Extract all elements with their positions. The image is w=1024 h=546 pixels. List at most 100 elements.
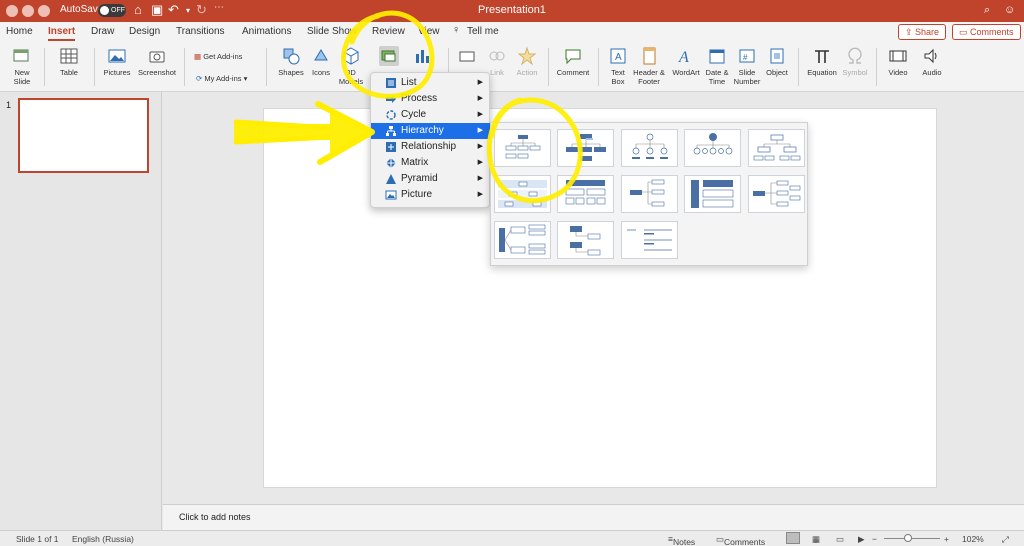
ribbon-divider	[44, 48, 45, 86]
chart-button[interactable]	[408, 46, 436, 68]
menu-item-list[interactable]: List ▶	[371, 75, 491, 91]
date-time-button[interactable]: Date & Time	[702, 46, 732, 86]
process-icon	[386, 95, 396, 103]
notes-toggle[interactable]: ≡ Notes	[668, 534, 695, 546]
fit-to-window-icon[interactable]: ⤢	[1002, 534, 1009, 545]
audio-button[interactable]: Audio	[916, 46, 948, 77]
tab-animations[interactable]: Animations	[242, 26, 291, 37]
search-icon[interactable]: ⌕	[984, 4, 990, 17]
hierarchy-layout-thumbnail[interactable]	[621, 221, 678, 259]
zoom-slider-thumb[interactable]	[904, 534, 912, 542]
menu-item-label: Picture	[401, 189, 433, 200]
relationship-icon	[386, 142, 396, 152]
hierarchy-layout-gallery	[490, 122, 808, 266]
zoom-level[interactable]: 102%	[962, 534, 984, 544]
icons-button[interactable]: Icons	[308, 46, 334, 77]
new-slide-button[interactable]: New Slide	[6, 46, 38, 86]
hierarchy-layout-thumbnail[interactable]	[494, 175, 551, 213]
ribbon-divider	[94, 48, 95, 86]
document-title: Presentation1	[478, 4, 546, 16]
text-box-icon: A	[610, 48, 626, 64]
my-addins-button[interactable]: ⟳ My Add-ins ▾	[196, 74, 247, 83]
menu-item-cycle[interactable]: Cycle ▶	[371, 107, 491, 123]
media-button[interactable]	[454, 46, 480, 68]
symbol-button[interactable]: Symbol	[840, 46, 870, 77]
video-label: Video	[888, 68, 908, 77]
wordart-button[interactable]: A WordArt	[670, 46, 702, 77]
hierarchy-layout-thumbnail[interactable]	[748, 129, 805, 167]
3d-models-button[interactable]: 3D Models	[336, 46, 366, 86]
hierarchy-layout-thumbnail[interactable]	[684, 129, 741, 167]
slide-sorter-button[interactable]: ▦	[812, 534, 820, 545]
hierarchy-layout-thumbnail[interactable]	[557, 175, 614, 213]
hierarchy-layout-thumbnail[interactable]	[494, 129, 551, 167]
omega-icon	[848, 47, 862, 64]
hierarchy-layout-thumbnail[interactable]	[684, 175, 741, 213]
video-button[interactable]: Video	[882, 46, 914, 77]
tab-transitions[interactable]: Transitions	[176, 26, 225, 37]
comments-label: Comments	[970, 27, 1014, 37]
tab-draw[interactable]: Draw	[91, 26, 114, 37]
menu-item-process[interactable]: Process ▶	[371, 91, 491, 107]
menu-item-matrix[interactable]: Matrix ▶	[371, 155, 491, 171]
slideshow-view-button[interactable]: ▶	[858, 534, 865, 545]
tab-review[interactable]: Review	[372, 26, 405, 37]
lightbulb-icon: ♀	[452, 24, 461, 36]
screenshot-button[interactable]: Screenshot	[136, 46, 178, 77]
ribbon-divider	[876, 48, 877, 86]
slide-number-icon: #	[739, 49, 755, 63]
menu-item-label: Relationship	[401, 141, 457, 152]
tell-me-search[interactable]: Tell me	[467, 26, 499, 37]
menu-item-relationship[interactable]: Relationship ▶	[371, 139, 491, 155]
ribbon-divider	[266, 48, 267, 86]
zoom-out-button[interactable]: −	[872, 534, 877, 544]
svg-text:A: A	[615, 52, 622, 63]
smartart-button[interactable]	[370, 46, 408, 68]
slide-number-button[interactable]: # Slide Number	[732, 46, 762, 86]
comments-button[interactable]: ▭ Comments	[952, 24, 1021, 40]
org-chart-icon	[505, 135, 541, 159]
menu-item-pyramid[interactable]: Pyramid ▶	[371, 171, 491, 187]
action-icon	[517, 46, 537, 66]
tab-view[interactable]: View	[418, 26, 440, 37]
language-indicator[interactable]: English (Russia)	[72, 534, 134, 544]
text-box-button[interactable]: A Text Box	[604, 46, 632, 86]
menu-item-label: Cycle	[401, 109, 427, 120]
comment-button[interactable]: Comment	[554, 46, 592, 77]
normal-view-button[interactable]	[786, 532, 800, 544]
hierarchy-layout-thumbnail[interactable]	[621, 175, 678, 213]
hierarchy-layout-thumbnail[interactable]	[621, 129, 678, 167]
pictures-button[interactable]: Pictures	[100, 46, 134, 77]
hierarchy-layout-thumbnail[interactable]	[557, 221, 614, 259]
comments-toggle[interactable]: ▭ Comments	[716, 534, 765, 546]
account-icon[interactable]: ☺	[1004, 4, 1015, 16]
share-button[interactable]: ⇪ Share	[898, 24, 947, 40]
table-button[interactable]: Table	[54, 46, 84, 77]
pi-icon	[815, 50, 829, 63]
action-button[interactable]: Action	[512, 46, 542, 77]
shapes-icon	[283, 48, 300, 65]
header-footer-button[interactable]: Header & Footer	[630, 46, 668, 86]
tab-home[interactable]: Home	[6, 26, 33, 37]
tab-insert[interactable]: Insert	[48, 26, 76, 41]
get-addins-button[interactable]: ▦ Get Add-ins	[194, 52, 242, 61]
hierarchy-layout-thumbnail[interactable]	[748, 175, 805, 213]
zoom-slider-track[interactable]	[884, 538, 940, 539]
equation-button[interactable]: Equation	[804, 46, 840, 77]
shapes-button[interactable]: Shapes	[274, 46, 308, 77]
svg-text:A: A	[678, 49, 689, 66]
hierarchy-layout-thumbnail[interactable]	[494, 221, 551, 259]
zoom-in-button[interactable]: +	[944, 534, 949, 544]
reading-view-button[interactable]: ▭	[836, 534, 844, 545]
calendar-icon	[709, 49, 725, 64]
slide-thumbnail[interactable]	[18, 98, 149, 173]
slide-thumbnail-pane: 1	[0, 92, 162, 530]
hierarchy-layout-thumbnail[interactable]	[557, 129, 614, 167]
object-button[interactable]: Object	[762, 46, 792, 77]
menu-item-picture[interactable]: Picture ▶	[371, 187, 491, 203]
tab-design[interactable]: Design	[129, 26, 160, 37]
notes-pane[interactable]: Click to add notes	[163, 504, 1024, 530]
link-label: Link	[490, 68, 504, 77]
menu-item-hierarchy[interactable]: Hierarchy ▶	[371, 123, 491, 139]
tab-slide-show[interactable]: Slide Show	[307, 26, 357, 37]
